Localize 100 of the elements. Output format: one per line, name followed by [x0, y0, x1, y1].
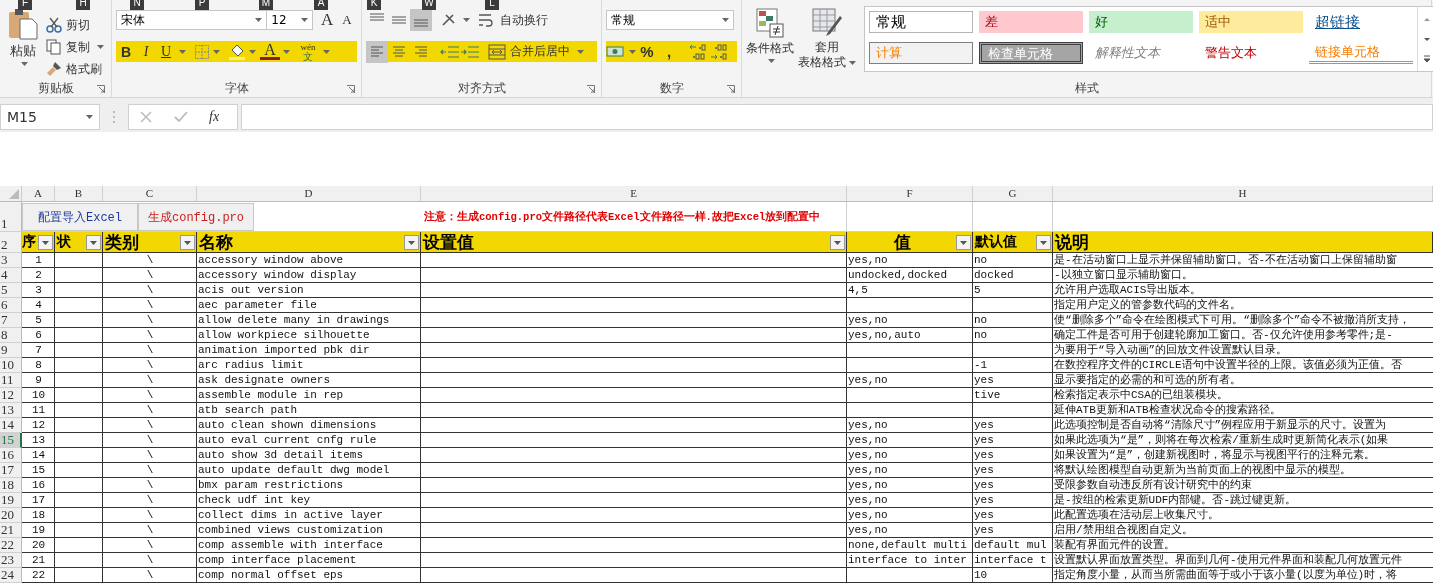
- row-header[interactable]: 5: [0, 283, 22, 298]
- caret-icon[interactable]: [283, 49, 290, 54]
- percent-button[interactable]: %: [636, 41, 658, 62]
- comma-button[interactable]: ,: [658, 41, 680, 62]
- cell-style[interactable]: 常规: [869, 11, 973, 33]
- row-header[interactable]: 2: [0, 232, 22, 253]
- filter-dropdown-icon[interactable]: [38, 234, 53, 250]
- row-header[interactable]: 15: [0, 433, 22, 448]
- row-header[interactable]: 18: [0, 478, 22, 493]
- table-cell: \: [103, 538, 197, 553]
- dialog-launcher-icon[interactable]: [727, 85, 735, 93]
- caret-icon[interactable]: [323, 49, 330, 54]
- column-header[interactable]: H: [1053, 186, 1433, 201]
- caret-icon[interactable]: [97, 45, 104, 49]
- column-header[interactable]: G: [973, 186, 1053, 201]
- row-header[interactable]: 17: [0, 463, 22, 478]
- column-header[interactable]: B: [55, 186, 103, 201]
- caret-icon[interactable]: [249, 49, 256, 54]
- filter-dropdown-icon[interactable]: [830, 234, 845, 250]
- row-header[interactable]: 19: [0, 493, 22, 508]
- bold-button[interactable]: B: [116, 41, 136, 62]
- fill-bucket-icon[interactable]: [228, 42, 246, 61]
- row-header[interactable]: 21: [0, 523, 22, 538]
- dialog-launcher-icon[interactable]: [347, 85, 355, 93]
- currency-icon[interactable]: [606, 43, 626, 60]
- sheet-button[interactable]: 生成config.pro: [138, 203, 254, 231]
- row-header[interactable]: 11: [0, 373, 22, 388]
- caret-icon[interactable]: [301, 18, 309, 22]
- empty-cell: [55, 343, 103, 358]
- italic-button[interactable]: I: [136, 41, 156, 62]
- row-header[interactable]: 23: [0, 553, 22, 568]
- row-header[interactable]: 6: [0, 298, 22, 313]
- conditional-format-button[interactable]: 条件格式: [746, 6, 794, 79]
- font-color-button[interactable]: A: [260, 43, 280, 60]
- filter-dropdown-icon[interactable]: [180, 234, 195, 250]
- cell-style[interactable]: 好: [1089, 11, 1193, 33]
- filter-dropdown-icon[interactable]: [1036, 234, 1051, 250]
- font-size-dropdown[interactable]: 12: [267, 10, 314, 30]
- row-header[interactable]: 16: [0, 448, 22, 463]
- dialog-launcher-icon[interactable]: [97, 85, 105, 93]
- name-box[interactable]: M15: [0, 104, 100, 130]
- caret-icon[interactable]: [213, 49, 220, 54]
- column-header[interactable]: D: [197, 186, 421, 201]
- phonetic-button[interactable]: wén 文: [296, 41, 320, 62]
- caret-icon[interactable]: [768, 59, 775, 63]
- copy-button[interactable]: 复制: [46, 38, 104, 56]
- row-header[interactable]: 8: [0, 328, 22, 343]
- row-header[interactable]: 1: [0, 202, 22, 232]
- shrink-font-button[interactable]: A: [337, 10, 357, 30]
- caret-icon[interactable]: [629, 49, 636, 54]
- row-header[interactable]: 13: [0, 403, 22, 418]
- borders-icon[interactable]: [194, 43, 210, 60]
- row-header[interactable]: 22: [0, 538, 22, 553]
- sheet-button[interactable]: 配置导入Excel: [22, 203, 138, 231]
- row-header[interactable]: 10: [0, 358, 22, 373]
- caret-icon[interactable]: [86, 115, 93, 119]
- caret-icon[interactable]: [179, 49, 186, 54]
- insert-function-button[interactable]: fx: [209, 109, 220, 125]
- column-header[interactable]: C: [103, 186, 197, 201]
- align-left-icon[interactable]: [366, 40, 388, 63]
- row-header[interactable]: 14: [0, 418, 22, 433]
- formula-input[interactable]: [241, 104, 1433, 130]
- filter-dropdown-icon[interactable]: [86, 234, 101, 250]
- format-as-table-button[interactable]: 套用 表格格式: [798, 6, 856, 79]
- table-cell: tive: [973, 388, 1053, 403]
- caret-icon[interactable]: [849, 60, 856, 65]
- align-bottom-icon[interactable]: [410, 9, 432, 31]
- column-header[interactable]: F: [847, 186, 973, 201]
- underline-button[interactable]: U: [156, 41, 176, 62]
- wrap-text-button[interactable]: 自动换行: [478, 11, 548, 29]
- column-header[interactable]: A: [22, 186, 55, 201]
- grow-font-button[interactable]: A: [317, 10, 338, 30]
- table-cell: assemble module in rep: [197, 388, 421, 403]
- cell-style[interactable]: 警告文本: [1199, 42, 1303, 64]
- filter-dropdown-icon[interactable]: [404, 234, 419, 250]
- row-header[interactable]: 9: [0, 343, 22, 358]
- caret-icon[interactable]: [255, 18, 263, 22]
- cell-style[interactable]: 超链接: [1309, 11, 1413, 33]
- format-painter-button[interactable]: 格式刷: [46, 60, 104, 78]
- caret-icon[interactable]: [21, 62, 28, 66]
- row-header[interactable]: 3: [0, 253, 22, 268]
- row-header[interactable]: 24: [0, 568, 22, 583]
- cut-button[interactable]: 剪切: [46, 16, 104, 34]
- caret-icon[interactable]: [722, 18, 729, 22]
- cell-style[interactable]: 差: [979, 11, 1083, 33]
- cell-style[interactable]: 适中: [1199, 11, 1303, 33]
- cell-style[interactable]: 解释性文本: [1089, 42, 1193, 64]
- table-cell: 2: [22, 268, 55, 283]
- row-header[interactable]: 7: [0, 313, 22, 328]
- row-header[interactable]: 20: [0, 508, 22, 523]
- table-cell: ask designate owners: [197, 373, 421, 388]
- column-header[interactable]: E: [421, 186, 847, 201]
- font-name-dropdown[interactable]: 宋体: [116, 10, 268, 30]
- caret-icon[interactable]: [577, 49, 584, 54]
- number-format-dropdown[interactable]: 常规: [606, 10, 734, 30]
- filter-dropdown-icon[interactable]: [956, 234, 971, 250]
- row-header[interactable]: 12: [0, 388, 22, 403]
- dialog-launcher-icon[interactable]: [587, 85, 595, 93]
- caret-icon[interactable]: [463, 18, 470, 22]
- row-header[interactable]: 4: [0, 268, 22, 283]
